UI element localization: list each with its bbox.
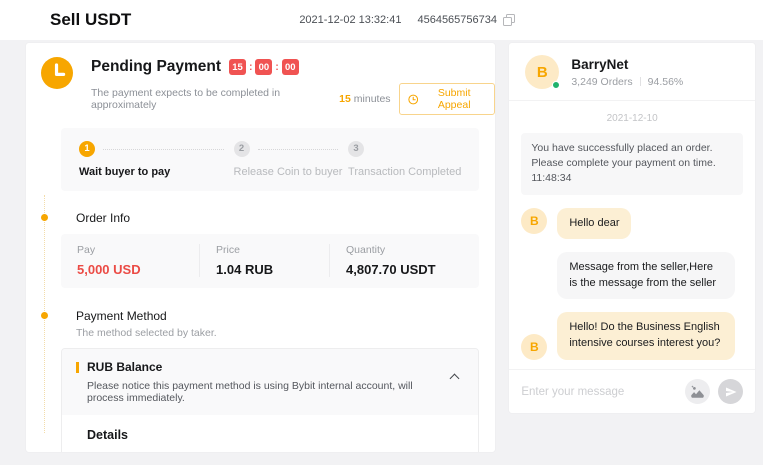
appeal-clock-icon xyxy=(408,94,418,105)
picture-icon xyxy=(690,384,705,399)
step-label: Transaction Completed xyxy=(348,166,461,178)
step-label: Wait buyer to pay xyxy=(79,166,234,178)
pending-payment-header: Pending Payment 15 : 00 : 00 The payment… xyxy=(26,57,495,115)
order-info-section: Order Info Pay 5,000 USD Price 1.04 RUB … xyxy=(26,211,495,288)
payment-method-subtitle: The method selected by taker. xyxy=(76,327,479,339)
section-bullet xyxy=(41,214,48,221)
chat-header: B BarryNet 3,249 Orders 94.56% xyxy=(509,43,755,101)
orders-count: 3,249 Orders xyxy=(571,76,632,88)
subtitle-suffix: minutes xyxy=(354,93,391,105)
order-pay-field: Pay 5,000 USD xyxy=(61,244,199,277)
appeal-label: Submit Appeal xyxy=(422,87,486,111)
pending-clock-icon xyxy=(41,57,73,89)
chat-message: B Hello dear xyxy=(521,208,743,240)
chat-input-bar xyxy=(509,369,755,413)
avatar-letter: B xyxy=(530,214,539,228)
payment-method-note: Please notice this payment method is usi… xyxy=(87,380,438,404)
image-upload-button[interactable] xyxy=(685,379,710,404)
chat-panel: B BarryNet 3,249 Orders 94.56% 2021-12-1… xyxy=(508,42,756,414)
message-input[interactable] xyxy=(521,386,677,398)
field-label: Quantity xyxy=(346,244,479,256)
subtitle-text: The payment expects to be completed in a… xyxy=(91,87,336,111)
order-price-field: Price 1.04 RUB xyxy=(199,244,329,277)
price-value: 1.04 RUB xyxy=(216,262,329,277)
section-bullet xyxy=(41,312,48,319)
order-timestamp: 2021-12-02 13:32:41 xyxy=(299,14,401,26)
step-number: 3 xyxy=(348,141,364,157)
pending-content: Pending Payment 15 : 00 : 00 The payment… xyxy=(91,57,495,115)
send-icon xyxy=(725,386,737,398)
chat-date: 2021-12-10 xyxy=(521,113,743,124)
payment-method-header[interactable]: RUB Balance Please notice this payment m… xyxy=(62,349,478,415)
pending-subtitle: The payment expects to be completed in a… xyxy=(91,83,495,115)
payment-method-details: Details Source Account Funding Account xyxy=(62,415,478,453)
chat-message-list: 2021-12-10 You have successfully placed … xyxy=(509,101,755,369)
step-number: 1 xyxy=(79,141,95,157)
copy-icon[interactable] xyxy=(503,14,515,26)
progress-steps: 1 Wait buyer to pay 2 Release Coin to bu… xyxy=(61,128,479,191)
step-transaction-completed: 3 Transaction Completed xyxy=(348,141,461,178)
pending-title: Pending Payment xyxy=(91,58,221,76)
seller-avatar: B xyxy=(521,208,547,234)
order-detail-card: Pending Payment 15 : 00 : 00 The payment… xyxy=(25,42,496,453)
countdown-segment-3: 00 xyxy=(282,59,299,75)
avatar-letter: B xyxy=(537,64,548,81)
accent-bar xyxy=(76,362,79,373)
online-status-dot xyxy=(552,81,560,89)
seller-avatar: B xyxy=(525,55,559,89)
pay-amount: 5,000 USD xyxy=(77,262,199,277)
step-connector xyxy=(103,149,224,150)
stats-divider xyxy=(640,77,641,86)
countdown-segment-1: 15 xyxy=(229,59,246,75)
page-title: Sell USDT xyxy=(50,10,131,30)
timer-separator: : xyxy=(275,62,278,73)
submit-appeal-button[interactable]: Submit Appeal xyxy=(399,83,496,115)
step-number: 2 xyxy=(234,141,250,157)
main-content: Pending Payment 15 : 00 : 00 The payment… xyxy=(0,40,763,453)
countdown-segment-2: 00 xyxy=(255,59,272,75)
step-wait-buyer: 1 Wait buyer to pay xyxy=(79,141,234,178)
chevron-up-icon[interactable] xyxy=(450,374,460,384)
avatar-letter: B xyxy=(530,340,539,354)
seller-name: BarryNet xyxy=(571,57,683,72)
topbar: Sell USDT 2021-12-02 13:32:41 4564565756… xyxy=(0,0,763,40)
order-info-box: Pay 5,000 USD Price 1.04 RUB Quantity 4,… xyxy=(61,234,479,288)
message-bubble: Hello! Do the Business English intensive… xyxy=(557,312,735,359)
payment-method-title: Payment Method xyxy=(76,309,479,323)
chat-message: B Hello! Do the Business English intensi… xyxy=(521,312,743,359)
completion-rate: 94.56% xyxy=(648,76,684,88)
order-meta: 2021-12-02 13:32:41 4564565756734 xyxy=(299,14,515,26)
message-bubble: Hello dear xyxy=(557,208,631,240)
payment-method-name: RUB Balance xyxy=(87,360,162,374)
message-bubble: Message from the seller,Here is the mess… xyxy=(557,252,735,299)
field-label: Price xyxy=(216,244,329,256)
subtitle-minutes: 15 xyxy=(339,93,351,105)
order-info-title: Order Info xyxy=(76,211,479,225)
details-title: Details xyxy=(87,428,464,442)
field-label: Pay xyxy=(77,244,199,256)
timer-separator: : xyxy=(249,62,252,73)
system-message: You have successfully placed an order. P… xyxy=(521,133,743,195)
step-connector xyxy=(258,149,338,150)
step-release-coin: 2 Release Coin to buyer xyxy=(234,141,348,178)
countdown-timer: 15 : 00 : 00 xyxy=(229,59,299,75)
order-number: 4564565756734 xyxy=(417,14,497,26)
payment-method-section: Payment Method The method selected by ta… xyxy=(26,309,495,453)
chat-message: Message from the seller,Here is the mess… xyxy=(521,252,743,299)
send-button[interactable] xyxy=(718,379,743,404)
payment-method-card: RUB Balance Please notice this payment m… xyxy=(61,348,479,453)
p2p-order-screen: Sell USDT 2021-12-02 13:32:41 4564565756… xyxy=(0,0,763,465)
quantity-value: 4,807.70 USDT xyxy=(346,262,479,277)
seller-avatar: B xyxy=(521,334,547,360)
step-label: Release Coin to buyer xyxy=(234,166,348,178)
order-quantity-field: Quantity 4,807.70 USDT xyxy=(329,244,479,277)
seller-stats: 3,249 Orders 94.56% xyxy=(571,76,683,88)
